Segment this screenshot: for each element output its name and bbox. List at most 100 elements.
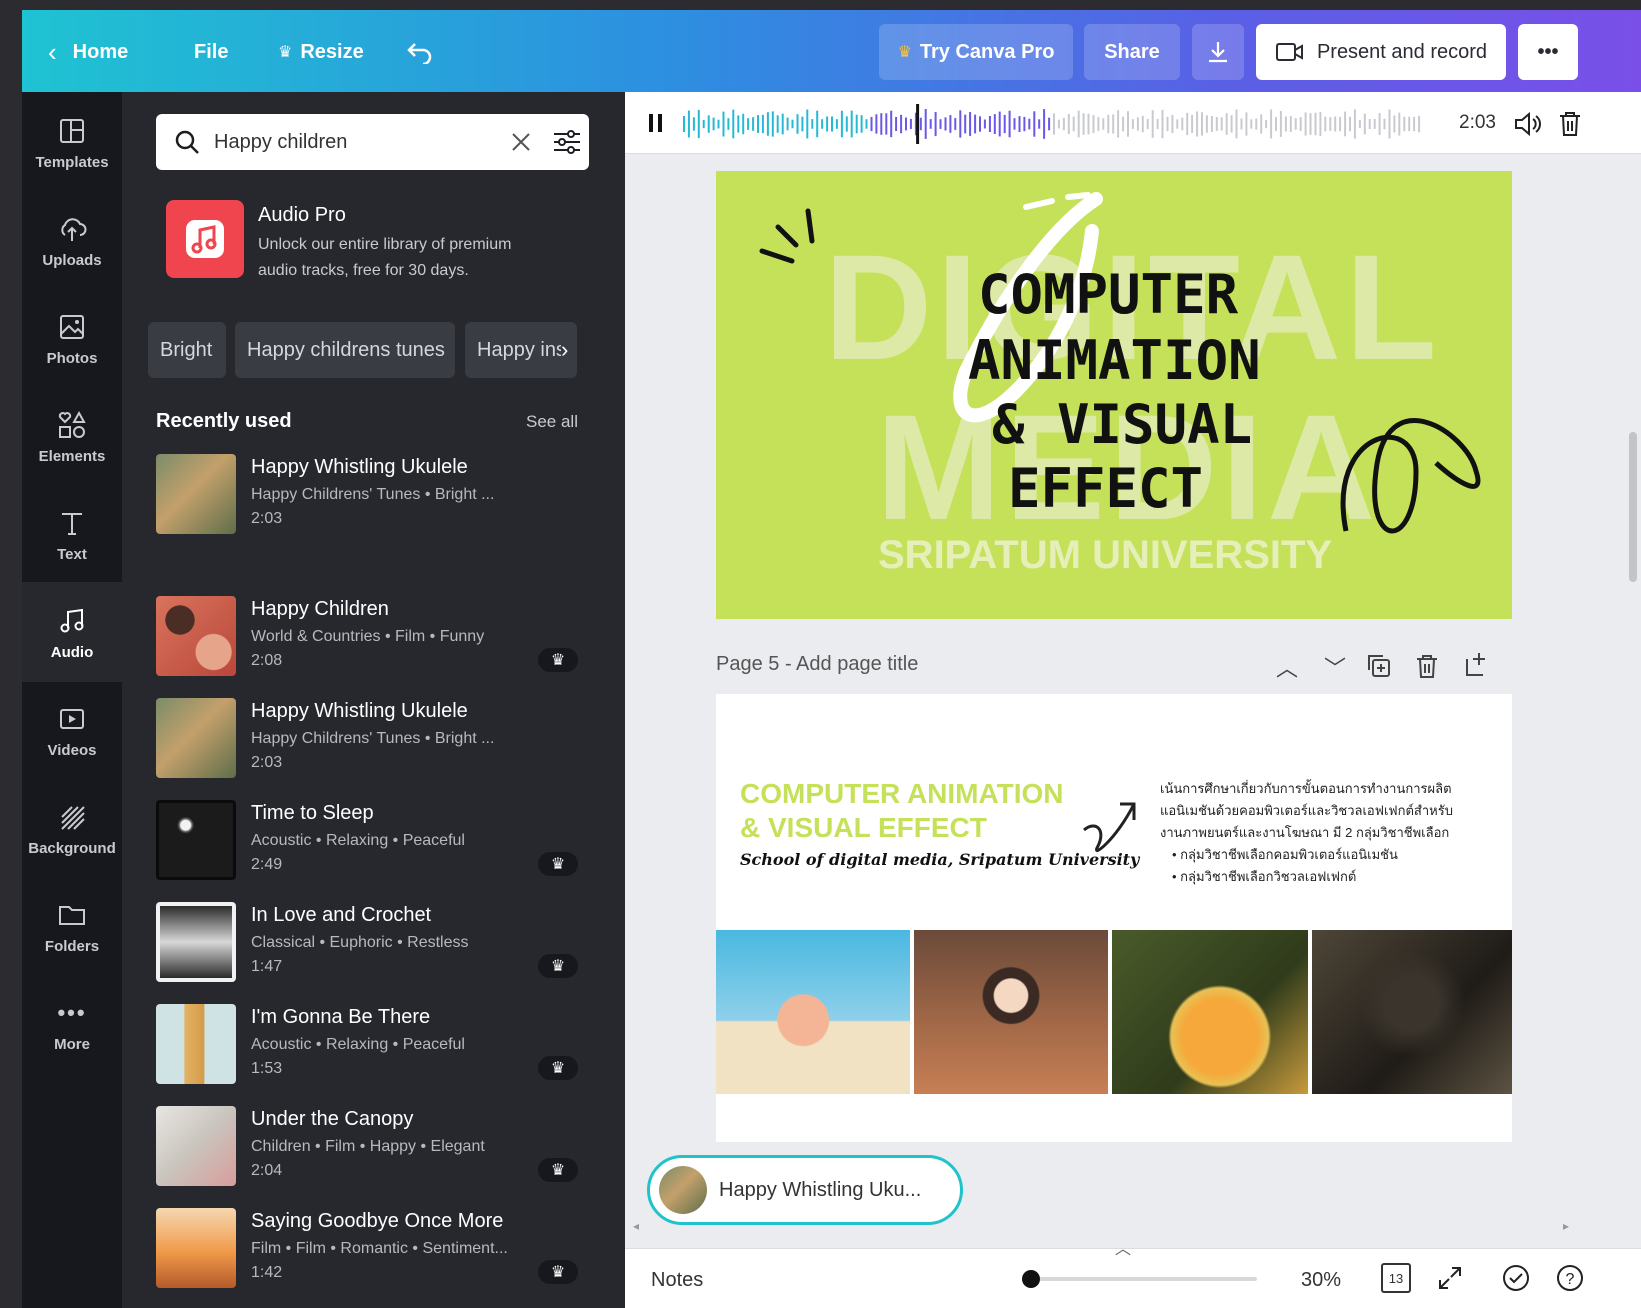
chevron-right-icon[interactable]: › <box>561 337 568 363</box>
try-canva-pro-button[interactable]: ♛ Try Canva Pro <box>879 24 1073 80</box>
track-item[interactable]: I'm Gonna Be There Acoustic • Relaxing •… <box>156 1004 596 1084</box>
search-icon <box>175 130 199 154</box>
waveform-bar <box>747 118 750 130</box>
filter-icon[interactable] <box>552 129 582 155</box>
slide-page-4[interactable]: DIGITAL MEDIA COMPUTER ANIMATION & VISUA… <box>716 171 1512 619</box>
rail-label: Audio <box>50 643 94 661</box>
duplicate-page-icon[interactable] <box>1366 653 1392 679</box>
present-label: Present and record <box>1316 40 1488 63</box>
track-tags: Happy Childrens' Tunes • Bright ... <box>251 486 495 503</box>
page-5-header: Page 5 - Add page title ︿ ﹀ <box>716 645 1512 685</box>
rail-item-background[interactable]: Background <box>22 778 122 878</box>
waveform-bar <box>1062 117 1065 131</box>
chevron-down-icon[interactable]: ﹀ <box>1324 651 1346 683</box>
waveform-bar <box>1171 114 1174 134</box>
waveform-bar <box>766 112 769 136</box>
rail-item-folders[interactable]: Folders <box>22 876 122 976</box>
chevron-up-icon[interactable]: ︿ <box>1276 651 1298 683</box>
track-item[interactable]: Saying Goodbye Once More Film • Film • R… <box>156 1208 596 1288</box>
text-icon <box>55 506 89 540</box>
clear-search-icon[interactable] <box>510 131 532 153</box>
download-button[interactable] <box>1192 24 1244 80</box>
undo-button[interactable] <box>406 32 434 72</box>
trash-icon[interactable] <box>1557 110 1583 138</box>
rail-item-audio[interactable]: Audio <box>22 582 122 682</box>
waveform-bar <box>929 119 932 129</box>
add-page-icon[interactable] <box>1464 651 1490 677</box>
zoom-slider-knob[interactable] <box>1022 1270 1040 1288</box>
scroll-left-icon[interactable]: ◂ <box>633 1219 639 1233</box>
waveform-bar <box>1003 114 1006 134</box>
resize-button[interactable]: ♛ Resize <box>278 32 364 72</box>
promo-description-line-2: audio tracks, free for 30 days. <box>258 262 469 279</box>
waveform-bar <box>890 110 893 138</box>
suggestion-chip-bright[interactable]: Bright <box>148 322 226 378</box>
check-circle-icon[interactable] <box>1501 1263 1531 1293</box>
more-options-button[interactable]: ••• <box>1518 24 1578 80</box>
present-and-record-button[interactable]: Present and record <box>1256 24 1506 80</box>
waveform-bar <box>835 119 838 129</box>
rail-label: Elements <box>38 447 106 465</box>
page-count-label: 13 <box>1388 1270 1404 1286</box>
track-item[interactable]: Happy Children World & Countries • Film … <box>156 596 596 676</box>
chevron-left-icon: ‹ <box>48 36 57 67</box>
rail-label: Folders <box>44 937 100 955</box>
see-all-link[interactable]: See all <box>526 412 578 432</box>
suggestion-chip-happy-ins[interactable]: Happy ins › <box>465 322 577 378</box>
crown-icon: ♛ <box>550 652 566 669</box>
track-item[interactable]: Happy Whistling Ukulele Happy Childrens'… <box>156 454 596 534</box>
delete-page-icon[interactable] <box>1414 653 1440 679</box>
page-title-input[interactable]: Page 5 - Add page title <box>716 653 918 676</box>
rail-item-videos[interactable]: Videos <box>22 680 122 780</box>
suggestion-chip-happy-childrens-tunes[interactable]: Happy childrens tunes <box>235 322 455 378</box>
audio-pro-promo[interactable]: Audio Pro Unlock our entire library of p… <box>166 200 586 290</box>
track-title: Happy Whistling Ukulele <box>251 456 468 478</box>
show-pages-chevron-icon[interactable]: ︿ <box>1115 1235 1131 1259</box>
scroll-right-icon[interactable]: ▸ <box>1563 1219 1569 1233</box>
track-item[interactable]: Under the Canopy Children • Film • Happy… <box>156 1106 596 1186</box>
page-count-button[interactable]: 13 <box>1381 1263 1411 1293</box>
waveform-bar <box>811 119 814 129</box>
zoom-slider[interactable] <box>1022 1270 1257 1288</box>
waveform-bar <box>924 109 927 139</box>
rail-item-uploads[interactable]: Uploads <box>22 190 122 290</box>
audio-waveform[interactable] <box>683 104 1453 144</box>
curly-arrow-icon <box>1083 802 1136 852</box>
rail-item-templates[interactable]: Templates <box>22 92 122 192</box>
home-button[interactable]: ‹ Home <box>48 32 128 72</box>
waveform-bar <box>737 115 740 133</box>
zoom-level[interactable]: 30% <box>1301 1269 1341 1292</box>
pro-crown-badge: ♛ <box>538 1056 578 1080</box>
fullscreen-icon[interactable] <box>1437 1265 1463 1291</box>
folders-icon <box>55 898 89 932</box>
search-input[interactable] <box>214 130 504 154</box>
track-thumbnail <box>156 454 236 534</box>
notes-button[interactable]: Notes <box>651 1269 703 1292</box>
rail-item-more[interactable]: ••• More <box>22 974 122 1074</box>
rail-item-photos[interactable]: Photos <box>22 288 122 388</box>
now-playing-chip[interactable]: Happy Whistling Uku... <box>647 1155 963 1225</box>
vertical-scrollbar-thumb[interactable] <box>1629 432 1637 582</box>
waveform-bar <box>900 114 903 134</box>
track-duration: 2:49 <box>251 856 283 873</box>
waveform-bar <box>1299 117 1302 131</box>
volume-icon[interactable] <box>1513 110 1543 138</box>
slide-title-line-3: & VISUAL <box>992 393 1253 456</box>
waveform-bar <box>1043 109 1046 139</box>
track-item[interactable]: Time to Sleep Acoustic • Relaxing • Peac… <box>156 800 596 880</box>
rail-item-text[interactable]: Text <box>22 484 122 584</box>
slide-page-5[interactable]: COMPUTER ANIMATION & VISUAL EFFECT Schoo… <box>716 694 1512 1142</box>
track-item[interactable]: In Love and Crochet Classical • Euphoric… <box>156 902 596 982</box>
track-item[interactable]: Happy Whistling Ukulele Happy Childrens'… <box>156 698 596 778</box>
horizontal-scrollbar[interactable]: ◂ ▸ <box>633 1219 1573 1235</box>
share-button[interactable]: Share <box>1084 24 1180 80</box>
playhead[interactable] <box>916 104 920 144</box>
help-icon[interactable]: ? <box>1555 1263 1585 1293</box>
waveform-bar <box>692 117 695 131</box>
track-duration: 1:53 <box>251 1060 283 1077</box>
waveform-bar <box>742 113 745 135</box>
track-duration: 1:47 <box>251 958 283 975</box>
rail-item-elements[interactable]: Elements <box>22 386 122 486</box>
file-menu-button[interactable]: File <box>194 32 228 72</box>
pause-button[interactable] <box>649 114 665 134</box>
